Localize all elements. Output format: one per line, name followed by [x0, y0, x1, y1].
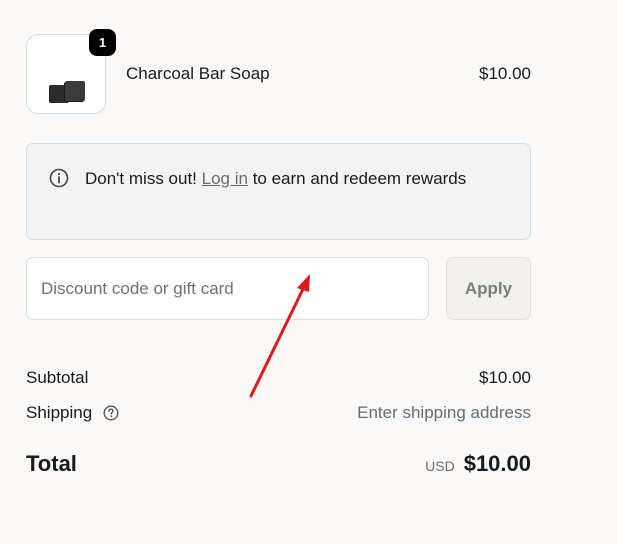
- total-amount-group: USD $10.00: [425, 451, 531, 477]
- shipping-label-group: Shipping: [26, 403, 119, 423]
- total-value: $10.00: [463, 451, 531, 476]
- soap-image-bar-2: [65, 81, 85, 101]
- rewards-prefix: Don't miss out!: [85, 169, 197, 188]
- shipping-value: Enter shipping address: [357, 403, 531, 422]
- shipping-label: Shipping: [26, 403, 93, 422]
- login-link[interactable]: Log in: [202, 169, 248, 188]
- product-price: $10.00: [479, 64, 531, 83]
- subtotal-value: $10.00: [479, 368, 531, 387]
- rewards-message: Don't miss out! Log in to earn and redee…: [85, 166, 505, 192]
- discount-code-input[interactable]: [26, 257, 429, 320]
- info-icon: [49, 168, 69, 188]
- apply-discount-button[interactable]: Apply: [446, 257, 531, 320]
- cart-line-item: 1 Charcoal Bar Soap $10.00: [26, 29, 531, 116]
- currency-code: USD: [425, 458, 455, 474]
- question-circle-icon[interactable]: [103, 405, 119, 421]
- rewards-suffix: to earn and redeem rewards: [252, 169, 467, 188]
- quantity-badge: 1: [89, 29, 116, 56]
- product-name: Charcoal Bar Soap: [126, 64, 270, 83]
- product-thumbnail: 1: [26, 29, 116, 114]
- rewards-notice: Don't miss out! Log in to earn and redee…: [26, 143, 531, 240]
- subtotal-label: Subtotal: [26, 368, 89, 387]
- total-label: Total: [26, 451, 77, 476]
